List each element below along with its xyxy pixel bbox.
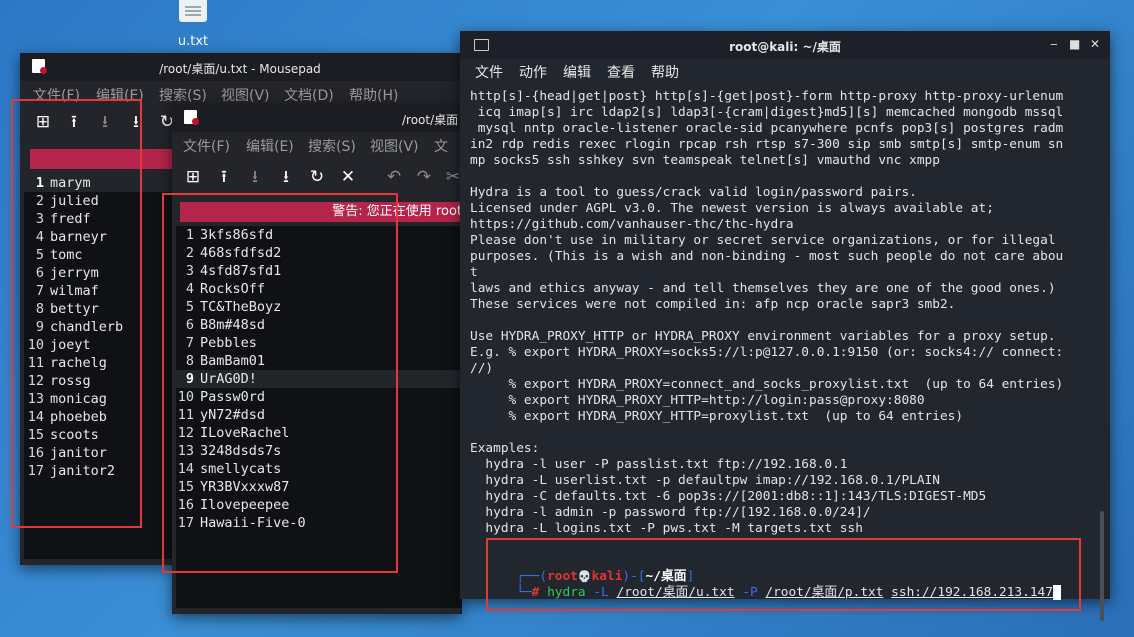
reload-icon[interactable]: ↻ [307, 167, 327, 187]
menu-file[interactable]: 文件 [475, 62, 503, 82]
terminal-menu-bar: 文件 动作 编辑 查看 帮助 [460, 59, 1110, 87]
terminal-output-line: https://github.com/vanhauser-thc/thc-hyd… [470, 217, 794, 232]
undo-icon[interactable]: ↶ [384, 167, 404, 187]
terminal-output-line: in2 rdp redis rexec rlogin rpcap rsh rts… [470, 137, 1064, 152]
text-file-icon [179, 0, 207, 22]
menu-help[interactable]: 帮助 [651, 62, 679, 82]
menu-view[interactable]: 视图(V) [221, 85, 270, 105]
terminal-scrollbar[interactable] [1100, 511, 1104, 621]
terminal-output-line: mp socks5 ssh sshkey svn teamspeak telne… [470, 153, 940, 168]
terminal-output-lines: http[s]-{head|get|post} http[s]-{get|pos… [470, 89, 1090, 537]
open-file-icon[interactable]: ⭱ [214, 167, 234, 187]
terminal-output-line: % export HYDRA_PROXY_HTTP=proxylist.txt … [470, 409, 964, 424]
menu-document[interactable]: 文 [434, 136, 448, 156]
terminal-title: root@kali: ~/桌面 [729, 40, 841, 54]
menu-document[interactable]: 文档(D) [284, 85, 334, 105]
menu-search[interactable]: 搜索(S) [308, 136, 356, 156]
terminal-output-line: % export HYDRA_PROXY_HTTP=http://login:p… [470, 393, 925, 408]
close-window-icon[interactable]: ✕ [1090, 37, 1100, 51]
terminal-output-line: purposes. (This is a wish and non-bindin… [470, 249, 1064, 264]
menu-edit[interactable]: 编辑(E) [246, 136, 294, 156]
terminal-output-line: Please don't use in military or secret s… [470, 233, 1056, 248]
redo-icon[interactable]: ↷ [414, 167, 434, 187]
menu-action[interactable]: 动作 [519, 62, 547, 82]
terminal-output-line: hydra -L logins.txt -P pws.txt -M target… [470, 521, 863, 536]
terminal-output-line: hydra -l admin -p password ftp://[192.16… [470, 505, 871, 520]
menu-help[interactable]: 帮助(H) [349, 85, 398, 105]
annotation-box-command [486, 538, 1081, 611]
menu-bar: 文件(F) 编辑(E) 搜索(S) 视图(V) 文 [172, 132, 462, 156]
desktop-file-label: u.txt [177, 34, 209, 49]
terminal-output-line: icq imap[s] irc ldap2[s] ldap3[-{cram|di… [470, 105, 1064, 120]
terminal-output-line: mysql nntp oracle-listener oracle-sid pc… [470, 121, 1064, 136]
terminal-output-line: Hydra is a tool to guess/crack valid log… [470, 185, 917, 200]
menu-file[interactable]: 文件(F) [183, 136, 230, 156]
toolbar: ⊞ ⭱ ⭳ ⭳ ↻ ✕ ↶ ↷ ✂ [172, 160, 462, 194]
desktop-file-icon[interactable]: u.txt [168, 0, 218, 49]
save-as-icon[interactable]: ⭳ [276, 167, 296, 187]
terminal-output-line: hydra -L userlist.txt -p defaultpw imap:… [470, 473, 940, 488]
terminal-output-line: E.g. % export HYDRA_PROXY=socks5://l:p@1… [470, 345, 1064, 360]
annotation-box-usernames [11, 99, 142, 528]
annotation-box-passwords [162, 193, 398, 573]
window-titlebar[interactable]: /root/桌面 [172, 104, 462, 132]
terminal-titlebar[interactable]: root@kali: ~/桌面 ‒ ■ ✕ [460, 31, 1110, 59]
mousepad-app-icon [184, 110, 199, 125]
menu-search[interactable]: 搜索(S) [159, 85, 207, 105]
terminal-output-line: t [470, 265, 478, 280]
terminal-output[interactable]: http[s]-{head|get|post} http[s]-{get|pos… [470, 89, 1090, 600]
menu-edit[interactable]: 编辑 [563, 62, 591, 82]
new-document-icon[interactable]: ⊞ [183, 167, 203, 187]
terminal-window[interactable]: root@kali: ~/桌面 ‒ ■ ✕ 文件 动作 编辑 查看 帮助 htt… [460, 31, 1110, 621]
terminal-output-line: hydra -C defaults.txt -6 pop3s://[2001:d… [470, 489, 987, 504]
terminal-output-line: http[s]-{head|get|post} http[s]-{get|pos… [470, 89, 1064, 104]
terminal-output-line: laws and ethics anyway - and tell themse… [470, 281, 1056, 296]
window-title: /root/桌面/u.txt - Mousepad [159, 62, 321, 76]
maximize-icon[interactable]: ■ [1069, 37, 1080, 51]
minimize-icon[interactable]: ‒ [1050, 37, 1058, 51]
terminal-output-line: % export HYDRA_PROXY=connect_and_socks_p… [470, 377, 1064, 392]
window-title: /root/桌面 [402, 113, 459, 127]
terminal-output-line: These services were not compiled in: afp… [470, 297, 956, 312]
save-icon[interactable]: ⭳ [245, 167, 265, 187]
terminal-output-line: //) [470, 361, 494, 376]
terminal-output-line: Use HYDRA_PROXY_HTTP or HYDRA_PROXY envi… [470, 329, 1056, 344]
window-titlebar[interactable]: /root/桌面/u.txt - Mousepad [20, 53, 460, 81]
terminal-output-line: Examples: [470, 441, 540, 456]
terminal-output-line: hydra -l user -P passlist.txt ftp://192.… [470, 457, 848, 472]
menu-view[interactable]: 视图(V) [370, 136, 419, 156]
terminal-output-line: Licensed under AGPL v3.0. The newest ver… [470, 201, 994, 216]
close-icon[interactable]: ✕ [338, 167, 358, 187]
menu-view[interactable]: 查看 [607, 62, 635, 82]
